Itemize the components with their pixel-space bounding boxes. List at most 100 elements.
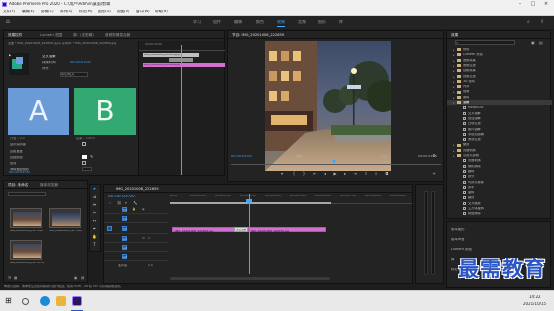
new-item-icon[interactable]: ▣ — [74, 276, 77, 280]
taskbar-time[interactable]: 14:22 — [529, 295, 541, 299]
solo-icon[interactable]: S — [148, 236, 150, 240]
workspace-editing[interactable]: 编辑 — [234, 20, 242, 24]
tab-effects[interactable]: 效果 — [451, 33, 458, 38]
menu-edit[interactable]: 编辑(E) — [22, 10, 34, 14]
program-scrubber[interactable] — [231, 162, 441, 165]
panel-libraries[interactable]: 库 — [451, 258, 454, 261]
menu-view[interactable]: 视图(V) — [117, 10, 129, 14]
panel-essential-graphics[interactable]: 基本图形 — [451, 228, 465, 231]
ec-playhead[interactable] — [181, 45, 182, 175]
hand-tool-icon[interactable]: ✋ — [92, 234, 97, 239]
explorer-icon[interactable] — [56, 296, 66, 306]
slip-tool-icon[interactable]: ↔ — [92, 218, 97, 223]
start-icon[interactable]: ⊞ — [5, 297, 12, 305]
new-bin-icon[interactable]: ▣ — [531, 40, 535, 45]
lock-icon[interactable]: 🔒 — [132, 207, 136, 211]
master-track-value[interactable]: 0.0 — [148, 264, 153, 267]
clip-1[interactable]: IMG_20201008_222659.jpg — [172, 227, 240, 233]
extract-icon[interactable]: ⇩ — [373, 171, 379, 177]
border-color-swatch[interactable] — [82, 155, 87, 159]
lift-icon[interactable]: ⇧ — [363, 171, 369, 177]
export-frame-icon[interactable]: ◘ — [384, 171, 390, 177]
mark-in-icon[interactable]: { — [291, 171, 297, 177]
track-target-v3[interactable]: V3 — [122, 207, 127, 212]
track-target-a1[interactable]: A1 — [122, 236, 127, 241]
tab-media-browser[interactable]: 媒体浏览器 — [40, 183, 58, 188]
type-tool-icon[interactable]: T — [92, 242, 97, 247]
share-icon[interactable]: ⇪ — [540, 19, 544, 25]
maximize-button[interactable]: □ — [528, 1, 538, 7]
tab-audio-clip-mixer[interactable]: 音频剪辑混合器 — [105, 33, 130, 38]
menu-clip[interactable]: 剪辑(C) — [41, 10, 54, 14]
workspace-effects[interactable]: 效果 — [277, 20, 285, 24]
effects-tree-row[interactable]: 棋盘擦除 — [447, 211, 552, 216]
minimize-button[interactable]: – — [515, 1, 525, 7]
timeline-zoom-bar[interactable] — [170, 277, 330, 280]
ec-clip-b[interactable]: IMG_20201008_222659.jpg — [143, 63, 225, 67]
mute-icon[interactable]: M — [142, 236, 145, 240]
goto-out-icon[interactable]: ⇥ — [352, 171, 358, 177]
button-editor-icon[interactable]: + — [431, 171, 437, 177]
menu-marker[interactable]: 标记(M) — [79, 10, 92, 14]
play-transition-icon[interactable]: ▶ — [9, 53, 11, 57]
duration-value[interactable]: 00:00:01:00 — [70, 61, 91, 64]
reverse-checkbox[interactable] — [82, 161, 86, 165]
workspace-learn[interactable]: 学习 — [193, 20, 201, 24]
tab-project[interactable]: 项目: 未命名 — [8, 183, 28, 188]
panel-essential-sound[interactable]: 基本声音 — [451, 238, 465, 241]
play-icon[interactable]: ▶ — [332, 171, 338, 177]
align-select[interactable]: 中心切入 — [60, 72, 88, 78]
panel-lumetri-color[interactable]: Lumetri 颜色 — [451, 248, 472, 251]
timeline-settings-icon[interactable]: 🔧 — [133, 201, 137, 205]
transition-marker[interactable]: 交叉溶解 — [234, 227, 248, 232]
ec-clip-a[interactable]: IMG_20201008_222659.jpg — [143, 53, 199, 57]
razor-tool-icon[interactable]: ✂ — [92, 210, 97, 215]
menu-graphics[interactable]: 图形(G) — [98, 10, 111, 14]
panel-markers[interactable]: 标记 — [451, 268, 458, 271]
snap-icon[interactable]: ⌁ — [109, 201, 111, 205]
workspace-audio[interactable]: 音频 — [298, 20, 306, 24]
project-thumb-1[interactable] — [10, 208, 42, 228]
workspace-libraries[interactable]: 库 — [339, 20, 343, 24]
mark-out-icon[interactable]: } — [301, 171, 307, 177]
close-button[interactable]: × — [541, 1, 551, 7]
menu-sequence[interactable]: 序列(S) — [60, 10, 72, 14]
add-marker-icon[interactable]: ▾ — [279, 171, 285, 177]
antialias-select[interactable] — [82, 167, 92, 171]
source-patch-v1[interactable] — [107, 226, 112, 231]
show-actual-sources-checkbox[interactable] — [82, 142, 86, 146]
timeline-timecode[interactable]: 00:00:03:00 — [108, 195, 135, 199]
pen-tool-icon[interactable]: ✒ — [92, 226, 97, 231]
track-target-a3[interactable]: A3 — [122, 254, 127, 259]
eyedropper-icon[interactable]: ✎ — [90, 154, 93, 159]
track-target-a2[interactable]: A2 — [122, 245, 127, 250]
trash-icon[interactable]: ▤ — [81, 276, 84, 280]
tab-sequence[interactable]: IMG_20201008_222659 — [116, 187, 159, 191]
menu-file[interactable]: 文件(F) — [3, 10, 15, 14]
tab-lumetri-scopes[interactable]: Lumetri 范围 — [40, 33, 62, 38]
workspace-graphics[interactable]: 图形 — [318, 20, 326, 24]
ec-timecode[interactable]: 00:00:03:00 — [9, 171, 30, 174]
project-thumb-2[interactable] — [49, 208, 81, 228]
track-select-tool-icon[interactable]: ⇉ — [92, 194, 97, 199]
linked-selection-icon[interactable]: ⛓ — [117, 201, 121, 205]
eye-icon[interactable]: ◉ — [142, 207, 145, 211]
menu-window[interactable]: 窗口(W) — [136, 10, 150, 14]
tab-program[interactable]: 节目: IMG_20201008_222659 — [232, 33, 284, 38]
workspace-assembly[interactable]: 组件 — [213, 20, 221, 24]
project-thumb-3[interactable] — [10, 240, 42, 260]
delete-icon[interactable]: ▤ — [539, 40, 543, 45]
menu-help[interactable]: 帮助(H) — [155, 10, 168, 14]
settings-icon[interactable]: ⚙ — [431, 153, 437, 159]
step-back-icon[interactable]: ◂ — [322, 171, 328, 177]
project-search[interactable] — [8, 192, 46, 196]
resolution-select[interactable]: 1/2 — [382, 155, 387, 158]
home-icon[interactable]: ⌂ — [6, 19, 12, 25]
track-target-v1[interactable]: V1 — [122, 226, 127, 231]
taskbar-date[interactable]: 2021/10/15 — [523, 302, 546, 306]
workspace-color[interactable]: 颜色 — [256, 20, 264, 24]
ripple-edit-tool-icon[interactable]: ⇹ — [92, 202, 97, 207]
fit-select[interactable]: 适合 — [296, 155, 302, 158]
track-target-v2[interactable]: V2 — [122, 216, 127, 221]
effects-search[interactable] — [455, 40, 515, 45]
